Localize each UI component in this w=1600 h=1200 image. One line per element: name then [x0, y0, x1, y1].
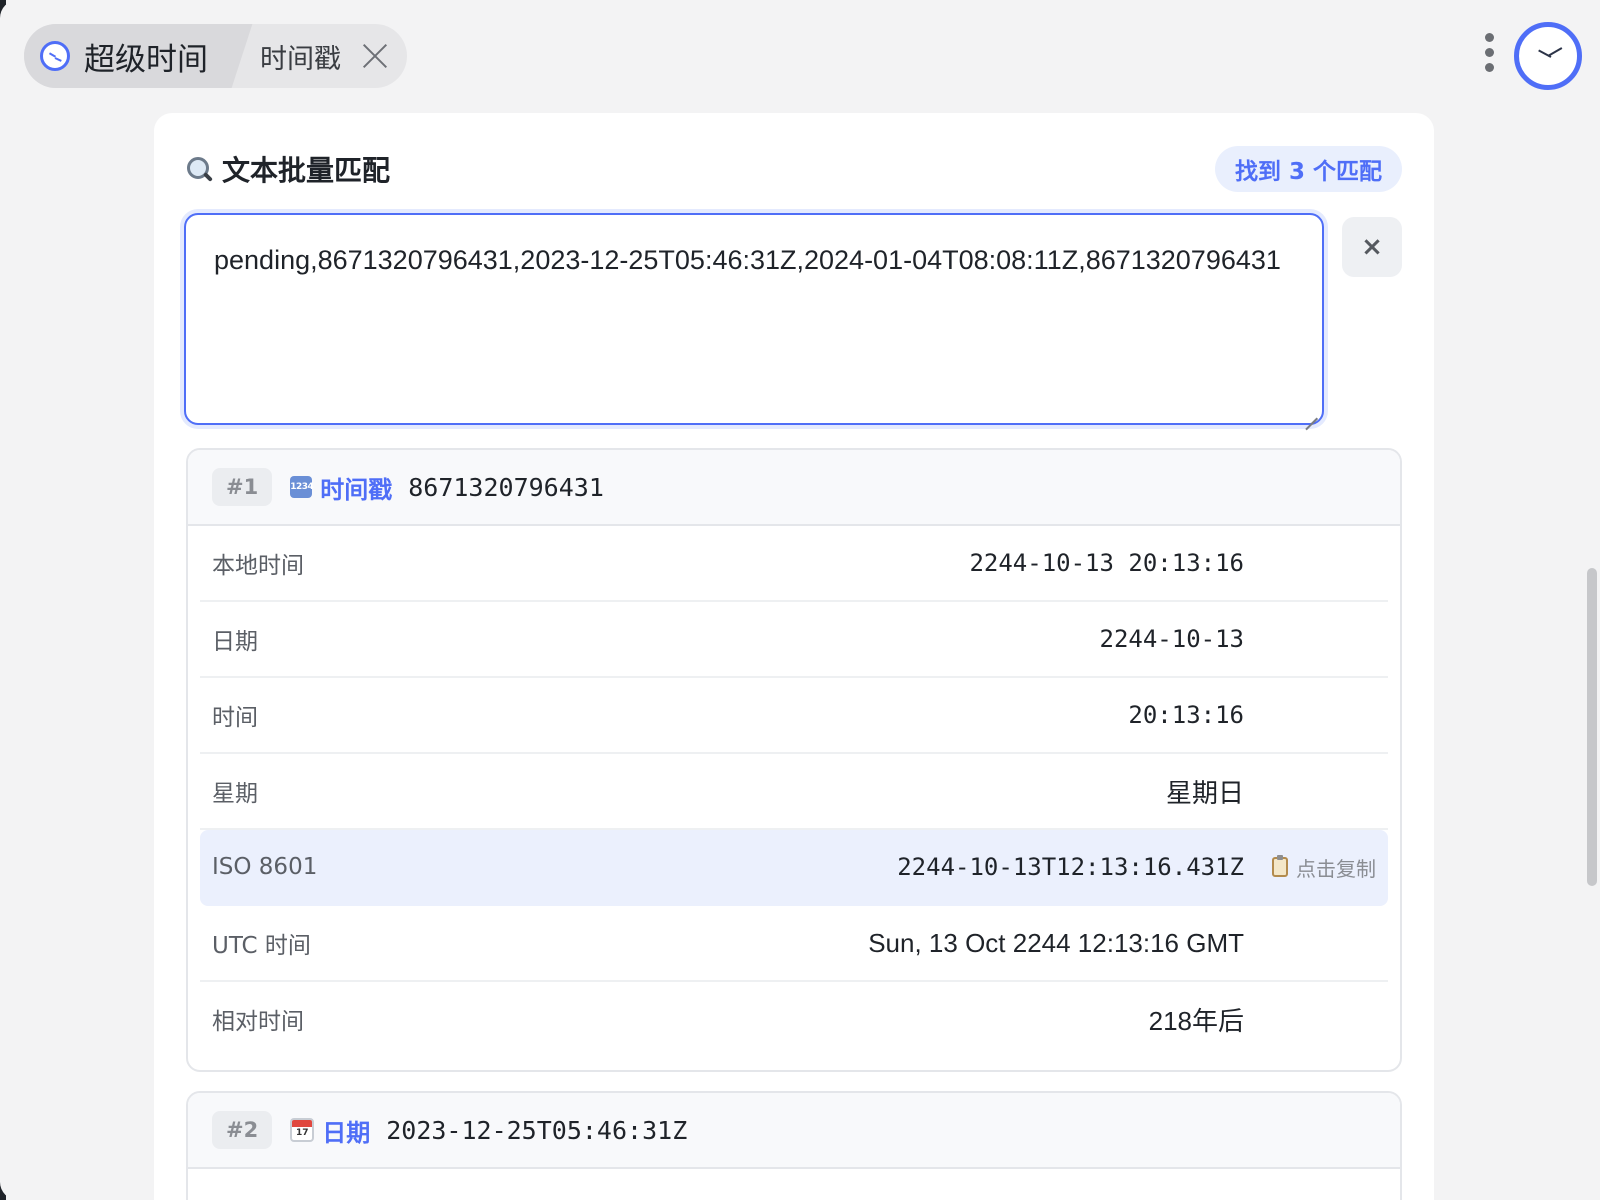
tab-home[interactable]: 超级时间 [24, 24, 228, 88]
result-detail-list: 本地时间 2244-10-13 20:13:16 日期 2244-10-13 时… [188, 526, 1400, 1056]
close-icon[interactable] [361, 42, 389, 70]
copy-hint[interactable]: 点击复制 [1272, 853, 1376, 882]
app-clock-icon[interactable] [1514, 22, 1582, 90]
tab-timestamp-label: 时间戳 [260, 43, 341, 75]
magnifier-icon [186, 156, 212, 182]
batch-text-input[interactable] [186, 215, 1322, 423]
row-label: UTC 时间 [212, 933, 311, 959]
result-row-iso8601[interactable]: ISO 8601 2244-10-13T12:13:16.431Z 点击复制 [200, 830, 1388, 906]
result-row-date[interactable]: 日期 2244-10-13 [200, 602, 1388, 678]
input-numbers-icon: 1234 [290, 476, 314, 498]
panel-title: 文本批量匹配 [222, 154, 391, 187]
tab-bar: 超级时间 时间戳 [24, 24, 407, 88]
panel-title-group: 文本批量匹配 [186, 149, 390, 189]
app-window: 超级时间 时间戳 文本批量匹配 找到 3 个匹配 pending,8671320… [0, 0, 1600, 1200]
row-value[interactable]: Sun, 13 Oct 2244 12:13:16 GMT [612, 928, 1376, 959]
tab-timestamp[interactable]: 时间戳 [228, 24, 407, 88]
text-input-wrapper [184, 213, 1324, 425]
result-index-badge: #1 [212, 468, 273, 506]
result-card-header: #2 日期 2023-12-25T05:46:31Z [188, 1093, 1400, 1169]
result-matched-value: 8671320796431 [408, 472, 604, 502]
result-card: #1 1234 时间戳 8671320796431 本地时间 2244-10-1… [186, 448, 1402, 1072]
row-label: ISO 8601 [212, 854, 318, 880]
result-card-header: #1 1234 时间戳 8671320796431 [188, 450, 1400, 526]
result-row-time[interactable]: 时间 20:13:16 [200, 678, 1388, 754]
row-label: 本地时间 [212, 553, 304, 579]
resize-handle-icon[interactable] [1304, 405, 1318, 419]
result-matched-value: 2023-12-25T05:46:31Z [386, 1115, 688, 1145]
row-label: 星期 [212, 781, 258, 807]
row-label: 时间 [212, 705, 258, 731]
row-label: 日期 [212, 629, 258, 655]
match-count-badge: 找到 3 个匹配 [1214, 146, 1402, 192]
result-row-weekday[interactable]: 星期 星期日 [200, 754, 1388, 830]
row-value[interactable]: 218年后 [612, 1001, 1376, 1038]
close-icon: × [1361, 232, 1383, 262]
calendar-icon [290, 1118, 315, 1142]
window-content: 超级时间 时间戳 文本批量匹配 找到 3 个匹配 pending,8671320… [0, 0, 1600, 1200]
result-row-local-time[interactable]: 本地时间 2244-10-13 20:13:16 [200, 526, 1388, 602]
clipboard-icon [1272, 855, 1288, 877]
row-value[interactable]: 2244-10-13T12:13:16.431Z [612, 853, 1376, 881]
row-value[interactable]: 2244-10-13 [612, 625, 1376, 653]
batch-match-panel: 文本批量匹配 找到 3 个匹配 × #1 1234 时间戳 8671320796… [154, 113, 1434, 1200]
row-value[interactable]: 星期日 [612, 773, 1376, 810]
clear-button[interactable]: × [1342, 217, 1402, 277]
row-value[interactable]: 20:13:16 [612, 701, 1376, 729]
scrollbar-thumb[interactable] [1587, 568, 1597, 886]
copy-hint-label: 点击复制 [1296, 856, 1376, 881]
tab-home-label: 超级时间 [84, 41, 208, 78]
more-vertical-icon[interactable] [1484, 33, 1494, 77]
row-label: 相对时间 [212, 1009, 304, 1035]
result-type-label: 时间戳 [320, 475, 393, 504]
result-type-label: 日期 [322, 1118, 371, 1147]
result-card: #2 日期 2023-12-25T05:46:31Z [186, 1091, 1402, 1200]
result-row-utc[interactable]: UTC 时间 Sun, 13 Oct 2244 12:13:16 GMT [200, 906, 1388, 982]
result-index-badge: #2 [212, 1111, 273, 1149]
clock-icon [40, 41, 70, 71]
row-value[interactable]: 2244-10-13 20:13:16 [612, 549, 1376, 577]
panel-header: 文本批量匹配 找到 3 个匹配 [186, 146, 1402, 192]
result-row-relative[interactable]: 相对时间 218年后 [200, 982, 1388, 1056]
